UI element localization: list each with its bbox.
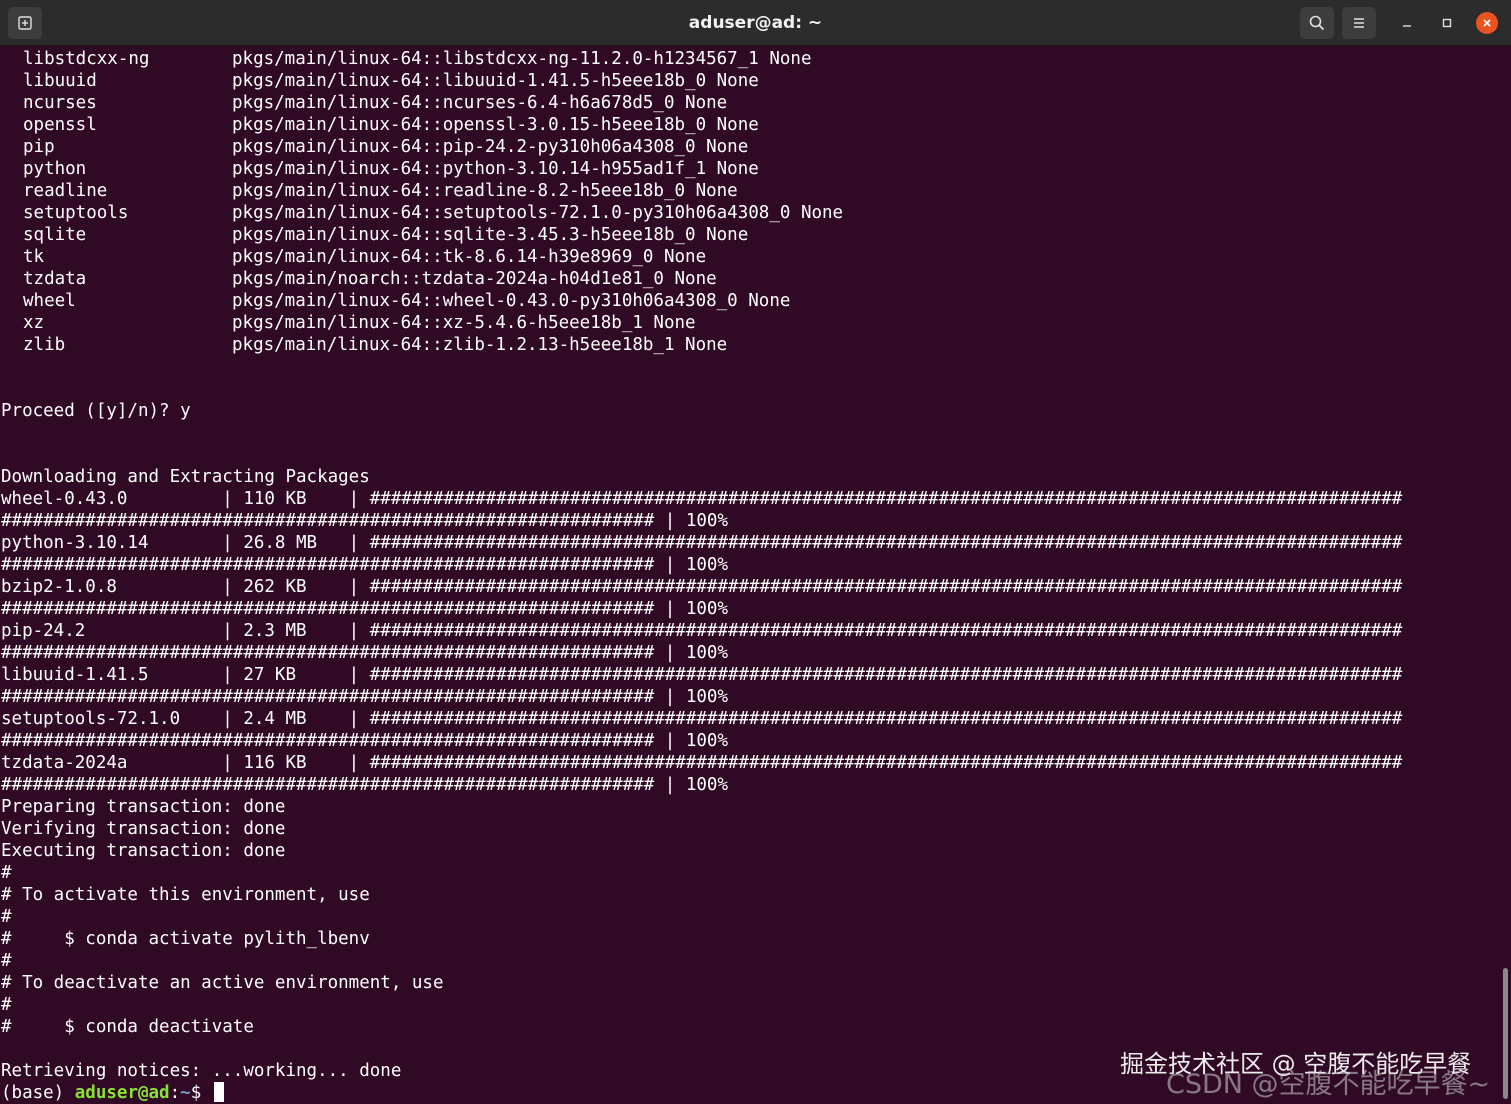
download-row: pip-24.2 | 2.3 MB | ####################…: [1, 621, 1403, 641]
comment-line: # To activate this environment, use: [1, 885, 370, 905]
transaction-line: Preparing transaction: done: [1, 797, 286, 817]
download-row: python-3.10.14 | 26.8 MB | #############…: [1, 533, 1403, 553]
close-icon: [1483, 19, 1491, 27]
comment-line: # To deactivate an active environment, u…: [1, 973, 444, 993]
package-spec: pkgs/main/linux-64::setuptools-72.1.0-py…: [232, 203, 844, 223]
package-spec: pkgs/main/linux-64::zlib-1.2.13-h5eee18b…: [232, 335, 728, 355]
download-row: tzdata-2024a | 116 KB | ################…: [1, 753, 1403, 773]
package-spec: pkgs/main/linux-64::readline-8.2-h5eee18…: [232, 181, 738, 201]
watermark-csdn: CSDN @空腹不能吃早餐~: [1166, 1069, 1491, 1100]
prompt-env: (base): [1, 1083, 75, 1103]
download-progress: ########################################…: [1, 599, 728, 619]
package-spec: pkgs/main/linux-64::sqlite-3.45.3-h5eee1…: [232, 225, 749, 245]
comment-line: # $ conda activate pylith_lbenv: [1, 929, 370, 949]
package-name: readline: [23, 181, 108, 201]
package-name: ncurses: [23, 93, 97, 113]
shell-prompt[interactable]: (base) aduser@ad:~$: [1, 1082, 224, 1104]
download-row: setuptools-72.1.0 | 2.4 MB | ###########…: [1, 709, 1403, 729]
package-spec: pkgs/main/noarch::tzdata-2024a-h04d1e81_…: [232, 269, 717, 289]
package-spec: pkgs/main/linux-64::xz-5.4.6-h5eee18b_1 …: [232, 313, 696, 333]
comment-line: #: [1, 951, 12, 971]
maximize-button[interactable]: [1436, 12, 1458, 34]
package-name: setuptools: [23, 203, 129, 223]
proceed-line: Proceed ([y]/n)? y: [1, 401, 191, 421]
package-spec: pkgs/main/linux-64::libuuid-1.41.5-h5eee…: [232, 71, 759, 91]
package-name: openssl: [23, 115, 97, 135]
package-spec: pkgs/main/linux-64::tk-8.6.14-h39e8969_0…: [232, 247, 707, 267]
menu-button[interactable]: [1342, 7, 1376, 39]
package-name: tzdata: [23, 269, 87, 289]
terminal-output[interactable]: libstdcxx-ng pkgs/main/linux-64::libstdcx…: [0, 47, 1500, 1104]
comment-line: #: [1, 995, 12, 1015]
package-spec: pkgs/main/linux-64::openssl-3.0.15-h5eee…: [232, 115, 759, 135]
download-row: wheel-0.43.0 | 110 KB | ################…: [1, 489, 1403, 509]
comment-line: # $ conda deactivate: [1, 1017, 254, 1037]
minimize-icon: [1403, 25, 1411, 27]
package-spec: pkgs/main/linux-64::libstdcxx-ng-11.2.0-…: [232, 49, 812, 69]
download-row: libuuid-1.41.5 | 27 KB | ###############…: [1, 665, 1403, 685]
maximize-icon: [1442, 18, 1452, 28]
download-progress: ########################################…: [1, 775, 728, 795]
package-spec: pkgs/main/linux-64::wheel-0.43.0-py310h0…: [232, 291, 791, 311]
download-progress: ########################################…: [1, 731, 728, 751]
download-progress: ########################################…: [1, 555, 728, 575]
package-spec: pkgs/main/linux-64::pip-24.2-py310h06a43…: [232, 137, 749, 157]
download-progress: ########################################…: [1, 687, 728, 707]
download-row: bzip2-1.0.8 | 262 KB | #################…: [1, 577, 1403, 597]
scrollbar[interactable]: [1503, 968, 1508, 1099]
package-spec: pkgs/main/linux-64::ncurses-6.4-h6a678d5…: [232, 93, 728, 113]
download-progress: ########################################…: [1, 643, 728, 663]
window-title: aduser@ad: ~: [688, 13, 823, 33]
minimize-button[interactable]: [1396, 12, 1418, 34]
transaction-line: Verifying transaction: done: [1, 819, 286, 839]
search-button[interactable]: [1300, 7, 1334, 39]
prompt-user-host: aduser@ad: [74, 1083, 170, 1103]
notices-line: Retrieving notices: ...working... done: [1, 1061, 402, 1081]
package-name: libuuid: [23, 71, 97, 91]
close-button[interactable]: [1476, 12, 1498, 34]
package-name: zlib: [23, 335, 66, 355]
hamburger-menu-icon: [1354, 18, 1364, 28]
downloading-header: Downloading and Extracting Packages: [1, 467, 370, 487]
prompt-colon: :: [169, 1083, 181, 1103]
package-name: python: [23, 159, 87, 179]
package-name: libstdcxx-ng: [23, 49, 150, 69]
package-name: wheel: [23, 291, 76, 311]
package-name: pip: [23, 137, 55, 157]
transaction-line: Executing transaction: done: [1, 841, 286, 861]
download-progress: ########################################…: [1, 511, 728, 531]
search-icon: [1309, 15, 1325, 31]
comment-line: #: [1, 907, 12, 927]
prompt-symbol: $: [190, 1083, 212, 1103]
comment-line: #: [1, 863, 12, 883]
package-name: xz: [23, 313, 45, 333]
prompt-path: ~: [180, 1083, 191, 1103]
package-name: sqlite: [23, 225, 87, 245]
package-spec: pkgs/main/linux-64::python-3.10.14-h955a…: [232, 159, 759, 179]
package-name: tk: [23, 247, 45, 267]
title-bar: aduser@ad: ~: [0, 0, 1511, 46]
text-cursor: [213, 1082, 224, 1102]
